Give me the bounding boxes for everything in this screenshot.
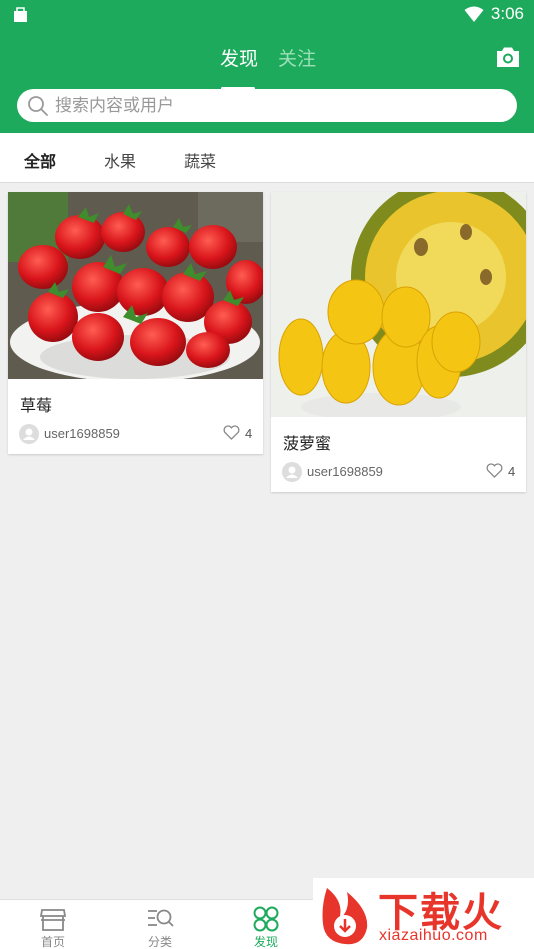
post-title: 草莓 [20, 396, 53, 415]
post-image-strawberries [8, 192, 263, 379]
status-time: 3:06 [490, 4, 524, 23]
category-search-icon [148, 909, 174, 927]
post-card[interactable]: 草莓 user1698859 4 [8, 192, 263, 454]
post-card[interactable]: 菠萝蜜 user1698859 4 [271, 192, 526, 492]
user-icon [286, 466, 298, 478]
heart-icon[interactable] [223, 425, 240, 440]
category-bar: 全部 水果 蔬菜 [0, 133, 534, 183]
nav-discover[interactable]: 发现 [226, 900, 306, 949]
nav-category-label: 分类 [147, 935, 172, 949]
nav-home-label: 首页 [40, 935, 65, 949]
status-bar: 3:06 [0, 0, 534, 30]
header: 发现 关注 [0, 30, 534, 133]
watermark-domain: xiazaihuo.com [379, 927, 488, 944]
post-image-jackfruit [271, 192, 526, 417]
like-count: 4 [508, 464, 516, 479]
category-all[interactable]: 全部 [24, 148, 56, 172]
avatar [19, 424, 39, 444]
discover-icon [253, 906, 279, 932]
search-icon [28, 96, 48, 116]
nav-category[interactable]: 分类 [120, 900, 200, 949]
nav-discover-label: 发现 [253, 935, 278, 949]
post-username: user1698859 [307, 464, 383, 479]
tab-discover[interactable]: 发现 [220, 44, 258, 71]
category-vegetable[interactable]: 蔬菜 [184, 148, 216, 172]
search-input[interactable] [55, 89, 495, 122]
category-fruit[interactable]: 水果 [104, 148, 136, 172]
notification-icon [14, 7, 27, 22]
camera-icon[interactable] [495, 46, 521, 68]
store-icon [39, 909, 67, 931]
post-title: 菠萝蜜 [283, 434, 332, 453]
flame-logo-icon [322, 888, 368, 945]
like-count: 4 [245, 426, 253, 441]
wifi-icon [464, 6, 484, 22]
post-username: user1698859 [44, 426, 120, 441]
user-icon [23, 428, 35, 440]
tab-follow[interactable]: 关注 [278, 44, 316, 71]
nav-home[interactable]: 首页 [13, 900, 93, 949]
search-bar[interactable] [17, 89, 517, 122]
heart-icon[interactable] [486, 463, 503, 478]
top-tabs: 发现 关注 [0, 44, 534, 90]
watermark-logo: 下载火 xiazaihuo.com [313, 878, 534, 949]
avatar [282, 462, 302, 482]
